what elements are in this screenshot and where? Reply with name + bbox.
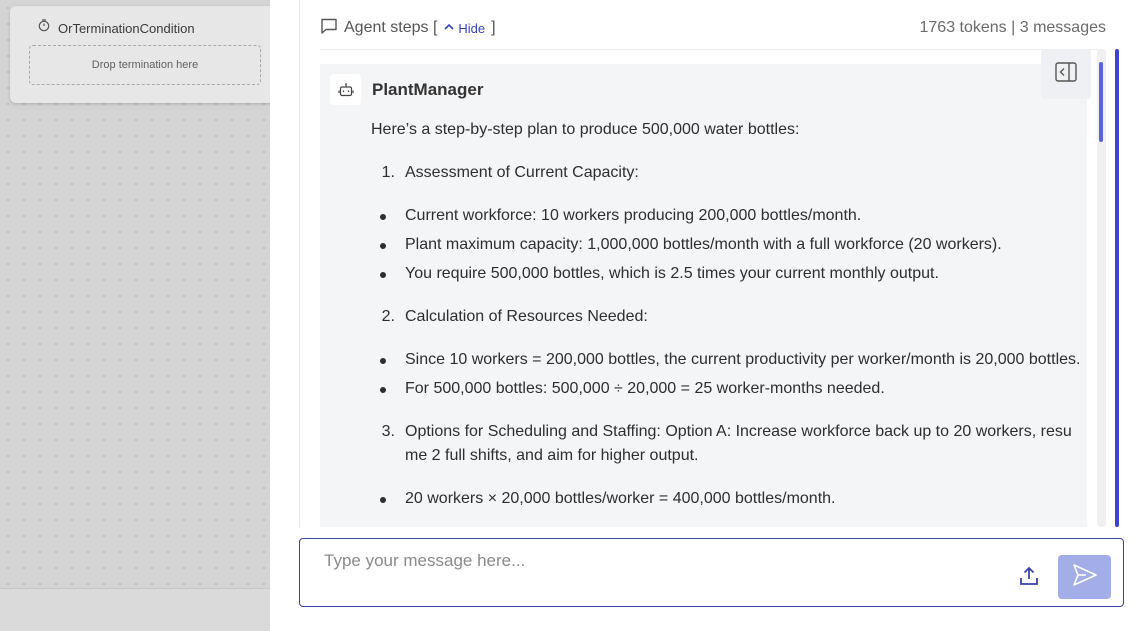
bullet-item: Plant maximum capacity: 1,000,000 bottle… (371, 233, 1081, 257)
flow-canvas: OrTerminationCondition Drop termination … (0, 0, 270, 631)
bullet-list: Since 10 workers = 200,000 bottles, the … (371, 348, 1081, 401)
chevron-up-icon (443, 21, 455, 36)
bullet-text: 20 workers × 20,000 bottles/worker = 400… (405, 490, 836, 507)
message-intro: Here’s a step-by-step plan to produce 50… (371, 121, 800, 138)
close-bracket: ] (491, 19, 496, 36)
panel-collapse-button[interactable] (1041, 49, 1091, 99)
bullet-item: Since 10 workers = 200,000 bottles, the … (371, 348, 1081, 372)
panel-scrollbar[interactable] (1115, 49, 1119, 527)
send-icon (1072, 563, 1098, 592)
bullet-text: For 500,000 bottles: 500,000 ÷ 20,000 = … (405, 380, 885, 397)
bullet-item: You require 500,000 bottles, which is 2.… (371, 262, 1081, 286)
list-number: 1. (381, 164, 395, 181)
node-title: OrTerminationCondition (58, 20, 195, 36)
bullet-item: 20 workers × 20,000 bottles/worker = 400… (371, 487, 1081, 511)
canvas-footer (0, 588, 270, 631)
hide-label: Hide (458, 20, 486, 36)
chat-bubble-icon (320, 17, 338, 40)
bullet-item: For 500,000 bottles: 500,000 ÷ 20,000 = … (371, 377, 1081, 401)
list-number: 3. (381, 423, 395, 440)
section-title: Assessment of Current Capacity: (405, 164, 639, 181)
message-header: PlantManager (330, 74, 483, 105)
send-button[interactable] (1058, 555, 1111, 599)
upload-icon[interactable] (1016, 563, 1042, 589)
agent-steps-header: Agent steps [ Hide ] 1763 tokens | 3 mes… (320, 14, 1106, 42)
agent-name: PlantManager (372, 79, 484, 99)
list-item: 3. Options for Scheduling and Staffing: … (371, 420, 1081, 468)
chat-panel: Agent steps [ Hide ] 1763 tokens | 3 mes… (270, 0, 1137, 631)
bullet-list: Current workforce: 10 workers producing … (371, 204, 1081, 286)
bullet-text: Since 10 workers = 200,000 bottles, the … (405, 351, 1081, 368)
message-scroll-area[interactable]: PlantManager Here’s a step-by-step plan … (320, 64, 1087, 527)
robot-icon (330, 74, 361, 105)
steps-divider (320, 49, 1098, 50)
termination-node[interactable]: OrTerminationCondition Drop termination … (10, 6, 270, 103)
section-title: Options for Scheduling and Staffing: Opt… (405, 423, 1072, 464)
bullet-text: Plant maximum capacity: 1,000,000 bottle… (405, 236, 1002, 253)
message-input[interactable] (324, 551, 1004, 571)
hide-steps-toggle[interactable]: Hide (443, 21, 485, 36)
scrollbar-thumb[interactable] (1099, 62, 1103, 142)
list-number: 2. (381, 308, 395, 325)
drop-zone-label: Drop termination here (91, 59, 199, 71)
termination-drop-zone[interactable]: Drop termination here (29, 45, 261, 85)
section-title: Calculation of Resources Needed: (405, 308, 648, 325)
list-item: 1. Assessment of Current Capacity: (371, 161, 1081, 185)
panel-collapse-icon (1055, 61, 1077, 87)
bullet-list: 20 workers × 20,000 bottles/worker = 400… (371, 487, 1081, 511)
list-item: 2. Calculation of Resources Needed: (371, 305, 1081, 329)
token-stats: 1763 tokens | 3 messages (919, 19, 1107, 36)
message-body: Here’s a step-by-step plan to produce 50… (371, 118, 1081, 527)
bullet-text: Current workforce: 10 workers producing … (405, 207, 862, 224)
timer-icon (38, 19, 50, 37)
node-header: OrTerminationCondition (38, 19, 195, 37)
bullet-item: Current workforce: 10 workers producing … (371, 204, 1081, 228)
bullet-text: You require 500,000 bottles, which is 2.… (405, 265, 939, 282)
agent-steps-title: Agent steps [ (344, 19, 438, 36)
message-input-box (299, 538, 1124, 607)
